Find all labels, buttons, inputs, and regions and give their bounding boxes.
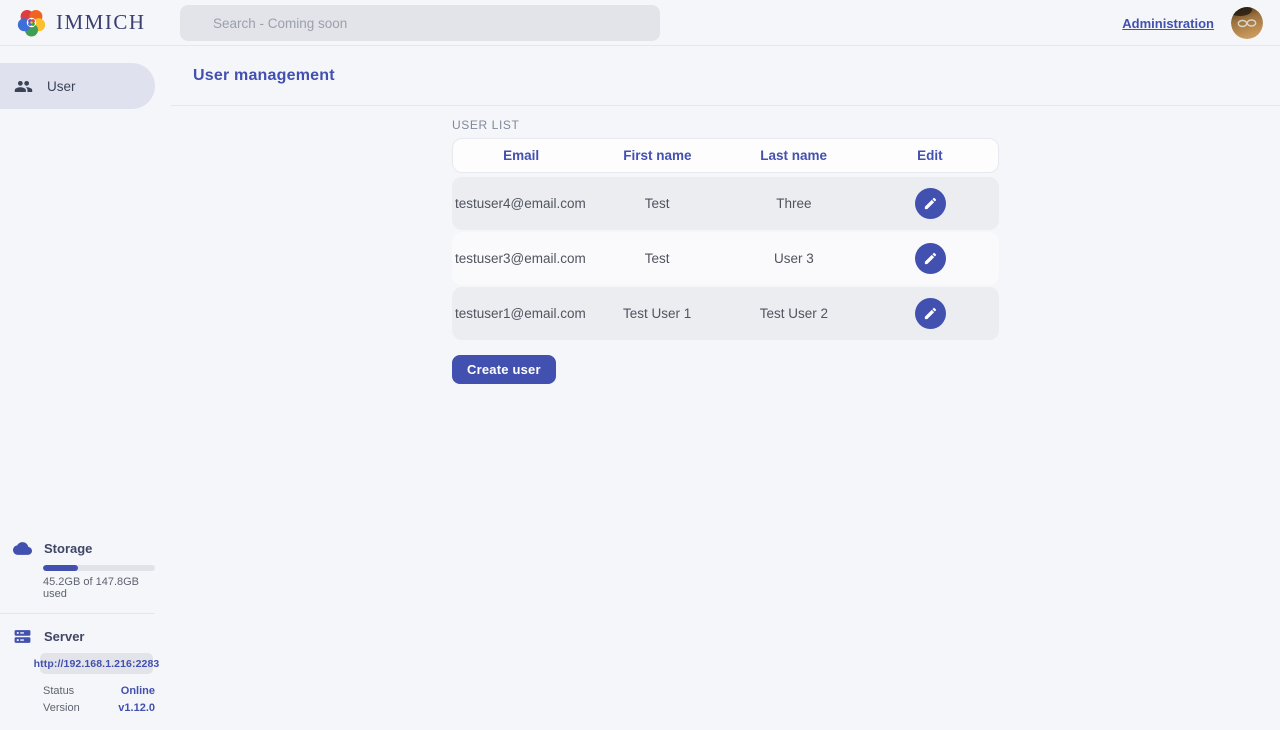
user-avatar[interactable] xyxy=(1231,7,1263,39)
edit-user-button[interactable] xyxy=(915,298,946,329)
immich-logo-icon xyxy=(15,6,48,39)
create-user-button[interactable]: Create user xyxy=(452,355,556,384)
section-label: USER LIST xyxy=(452,118,999,132)
sidebar-footer: Storage 45.2GB of 147.8GB used xyxy=(0,539,155,716)
user-table-body: testuser4@email.com Test Three testuser3… xyxy=(452,177,999,340)
cell-email: testuser1@email.com xyxy=(452,306,589,321)
version-row: Version v1.12.0 xyxy=(43,699,155,716)
server-url-badge: http://192.168.1.216:2283 xyxy=(40,653,153,674)
storage-title: Storage xyxy=(44,541,92,556)
storage-progress-fill xyxy=(43,565,78,571)
storage-progressbar xyxy=(43,565,155,571)
edit-user-button[interactable] xyxy=(915,188,946,219)
server-icon xyxy=(13,627,32,646)
cloud-icon xyxy=(13,539,32,558)
cell-email: testuser3@email.com xyxy=(452,251,589,266)
sidebar-divider xyxy=(0,613,155,614)
sidebar-item-label: User xyxy=(47,79,76,94)
page-title: User management xyxy=(193,67,335,85)
version-label: Version xyxy=(43,702,80,714)
status-label: Status xyxy=(43,685,74,697)
pencil-icon xyxy=(923,306,938,321)
brand: IMMICH xyxy=(0,6,165,39)
pencil-icon xyxy=(923,196,938,211)
cell-edit xyxy=(862,298,999,329)
edit-user-button[interactable] xyxy=(915,243,946,274)
table-row: testuser3@email.com Test User 3 xyxy=(452,232,999,285)
version-value: v1.12.0 xyxy=(118,702,155,714)
top-navbar: IMMICH Administration xyxy=(0,0,1280,46)
col-header-edit: Edit xyxy=(862,148,998,163)
navbar-right: Administration xyxy=(1122,0,1263,46)
col-header-first-name: First name xyxy=(589,148,725,163)
cell-first-name: Test User 1 xyxy=(589,306,726,321)
table-header-row: Email First name Last name Edit xyxy=(452,138,999,173)
cell-last-name: User 3 xyxy=(726,251,863,266)
cell-first-name: Test xyxy=(589,251,726,266)
administration-link[interactable]: Administration xyxy=(1122,16,1214,31)
cell-last-name: Three xyxy=(726,196,863,211)
user-list-section: USER LIST Email First name Last name Edi… xyxy=(452,106,999,384)
title-bar: User management xyxy=(171,46,1280,106)
table-row: testuser4@email.com Test Three xyxy=(452,177,999,230)
pencil-icon xyxy=(923,251,938,266)
brand-wordmark: IMMICH xyxy=(56,10,146,35)
main-content: User management USER LIST Email First na… xyxy=(171,46,1280,730)
cell-first-name: Test xyxy=(589,196,726,211)
server-title: Server xyxy=(44,629,84,644)
cell-edit xyxy=(862,188,999,219)
status-value: Online xyxy=(121,685,155,697)
storage-section: Storage 45.2GB of 147.8GB used xyxy=(0,539,155,600)
cell-last-name: Test User 2 xyxy=(726,306,863,321)
search-input[interactable] xyxy=(180,5,660,41)
cell-email: testuser4@email.com xyxy=(452,196,589,211)
sidebar: User Storage 45.2GB of 147.8GB used xyxy=(0,46,171,730)
users-icon xyxy=(14,77,33,96)
col-header-email: Email xyxy=(453,148,589,163)
server-section: Server http://192.168.1.216:2283 Status … xyxy=(0,627,155,716)
sidebar-item-user[interactable]: User xyxy=(0,63,155,109)
table-row: testuser1@email.com Test User 1 Test Use… xyxy=(452,287,999,340)
cell-edit xyxy=(862,243,999,274)
storage-usage-text: 45.2GB of 147.8GB used xyxy=(43,576,155,600)
status-row: Status Online xyxy=(43,682,155,699)
col-header-last-name: Last name xyxy=(726,148,862,163)
